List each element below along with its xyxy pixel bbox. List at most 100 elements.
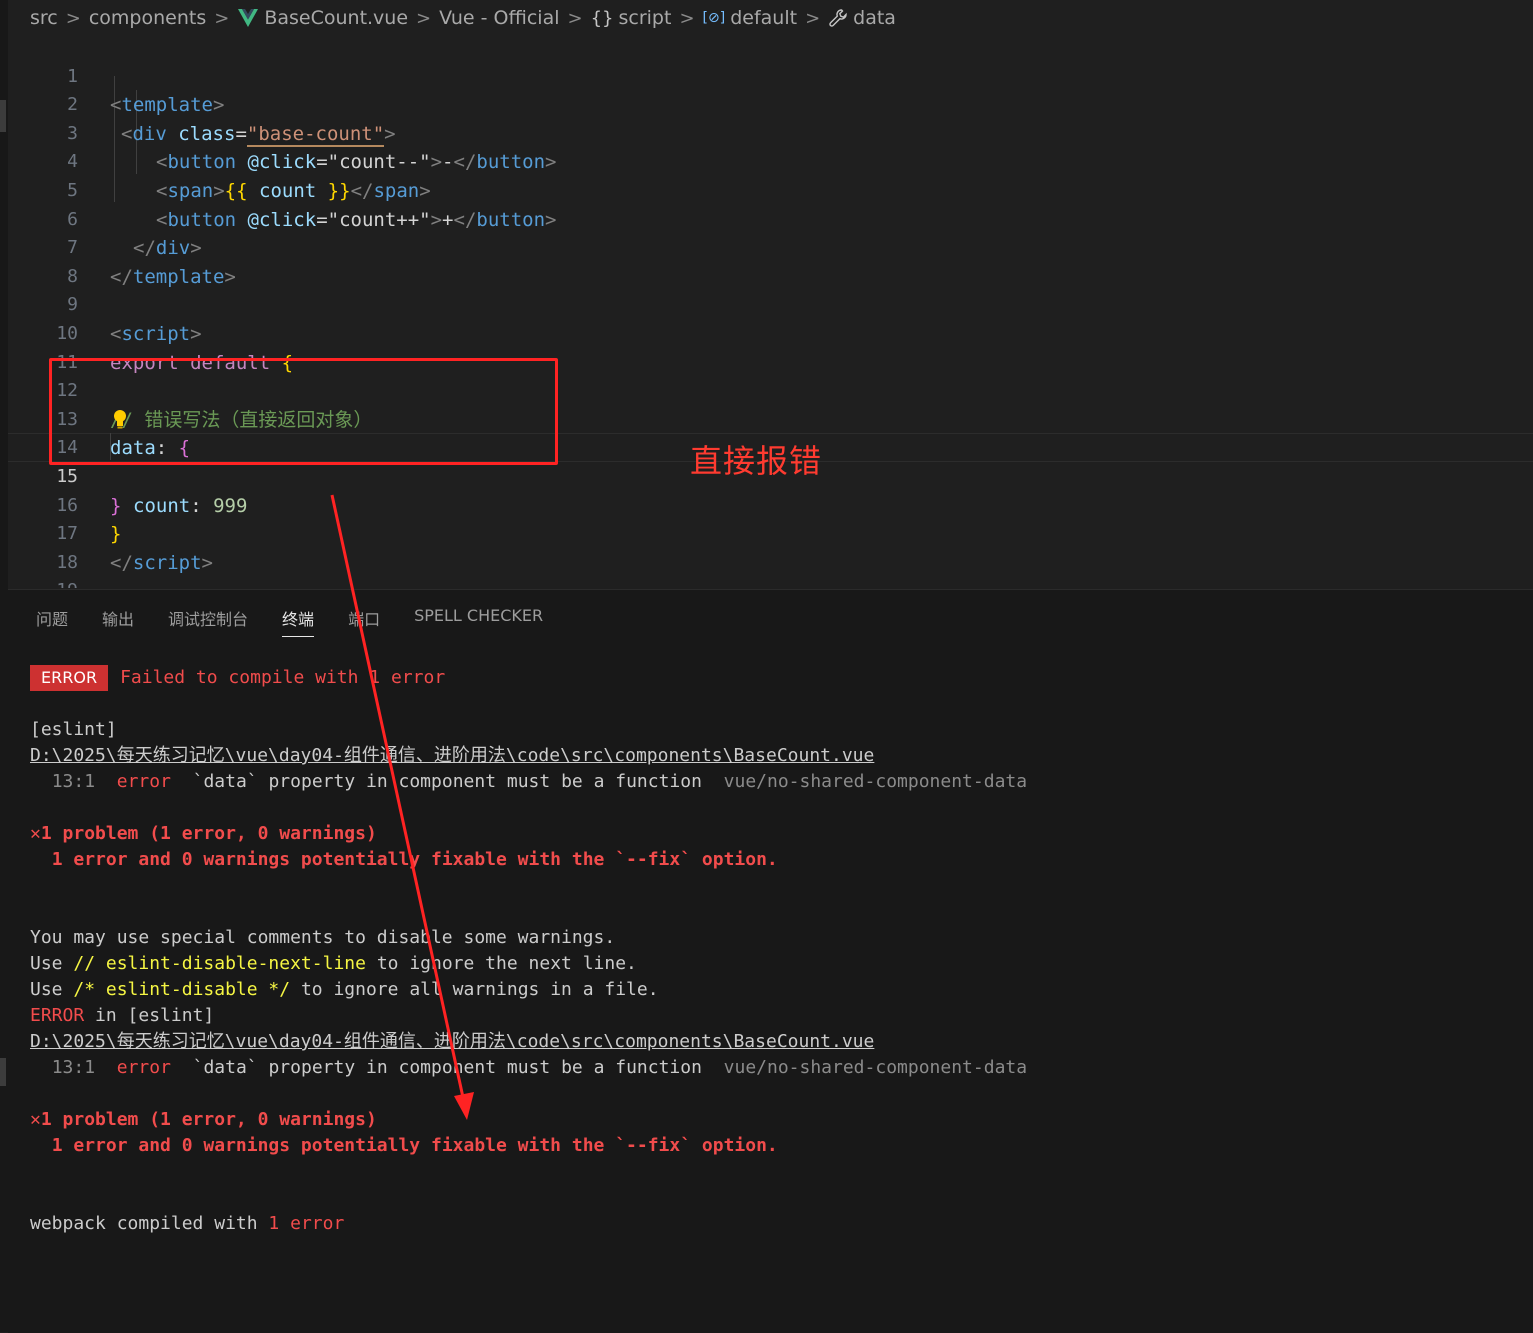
file-path-link[interactable]: D:\2025\每天练习记忆\vue\day04-组件通信、进阶用法\code\… [30, 743, 874, 769]
code-line: 6 </div> [8, 177, 202, 260]
code-content: </div> [133, 237, 202, 260]
chevron-right-icon: > [214, 7, 230, 29]
code-line: 14 count: 999 [8, 406, 247, 517]
token-brace: } [110, 494, 122, 517]
hint-code: // eslint-disable-next-line [73, 953, 366, 974]
tab-ports[interactable]: 端口 [348, 606, 380, 637]
code-line: 15 } [8, 434, 121, 517]
error-rule: vue/no-shared-component-data [723, 771, 1028, 792]
code-line: 11 [8, 320, 78, 373]
breadcrumb-item-language[interactable]: Vue - Official [439, 7, 559, 29]
terminal-line: 13:1 error `data` property in component … [30, 769, 1027, 795]
code-line: 2 <div class="base-count"> [8, 63, 396, 147]
tab-output[interactable]: 输出 [102, 606, 134, 637]
breadcrumb-label: default [730, 7, 798, 29]
terminal-line: webpack compiled with 1 error [30, 1211, 344, 1237]
code-line: 18 [8, 520, 78, 573]
breadcrumb-item-src[interactable]: src [30, 7, 58, 29]
token-tag: button [167, 208, 237, 231]
terminal-line: 13:1 error `data` property in component … [30, 1055, 1027, 1081]
chevron-right-icon: > [65, 7, 81, 29]
code-content: <span>{{ count }}</span> [156, 179, 431, 202]
code-line: 12 // 错误写法（直接返回对象） [8, 349, 372, 431]
code-editor[interactable]: 1 <template> 2 <div class="base-count"> … [8, 34, 1533, 588]
close-x-icon: ✕ [30, 1109, 41, 1130]
fixable-message: 1 error and 0 warnings potentially fixab… [51, 849, 778, 870]
terminal-line: 1 error and 0 warnings potentially fixab… [30, 1133, 778, 1159]
error-level: error [116, 1057, 171, 1078]
code-line: 19 <style scoped> [8, 549, 78, 588]
code-content: } [110, 520, 121, 549]
error-word: ERROR [30, 1005, 85, 1026]
code-content: count: 999 [133, 492, 247, 521]
breadcrumb-item-script[interactable]: {} script [591, 7, 672, 29]
code-content: } [110, 492, 121, 521]
token-string: "count++" [327, 208, 431, 231]
activity-strip [0, 0, 8, 1332]
breadcrumb-item-file[interactable]: BaseCount.vue [237, 7, 408, 29]
code-content: </script> [110, 551, 213, 574]
webpack-error-count: 1 [268, 1213, 280, 1234]
token-string: "base-count" [246, 122, 385, 147]
file-path-link[interactable]: D:\2025\每天练习记忆\vue\day04-组件通信、进阶用法\code\… [30, 1029, 874, 1055]
code-line: 3 <button @click="count--">-</button> [8, 91, 556, 174]
chevron-right-icon: > [416, 7, 432, 29]
breadcrumb-item-data[interactable]: data [828, 7, 896, 29]
token-text: + [442, 208, 454, 231]
error-location: 13:1 [51, 771, 96, 792]
vue-file-icon [238, 9, 259, 27]
code-content: <script> [110, 322, 202, 345]
tab-spell-checker[interactable]: SPELL CHECKER [414, 606, 543, 637]
terminal-line: Use /* eslint-disable */ to ignore all w… [30, 977, 659, 1003]
terminal-line: You may use special comments to disable … [30, 927, 616, 948]
code-content: <button @click="count++">+</button> [156, 208, 557, 231]
token-tag: div [155, 237, 191, 260]
breadcrumb-item-default[interactable]: [⊘] default [703, 7, 798, 29]
terminal-line: ✕1 problem (1 error, 0 warnings) [30, 1107, 377, 1133]
breadcrumb-item-components[interactable]: components [89, 7, 206, 29]
code-line: 13 data: { [8, 377, 190, 460]
code-line: 1 <template> [8, 34, 224, 117]
token-brace: } [110, 523, 122, 546]
problem-summary: 1 problem (1 error, 0 warnings) [40, 1109, 377, 1130]
terminal-line: 1 error and 0 warnings potentially fixab… [30, 847, 778, 873]
token-number: 999 [213, 494, 248, 517]
token-tag: button [476, 151, 546, 174]
breadcrumb-label: Vue - Official [439, 7, 560, 29]
token-interp: }} [327, 179, 351, 202]
code-line: 7 </template> [8, 206, 236, 288]
hint-text: to ignore all warnings in a file. [300, 979, 659, 1000]
token-attr: @click [247, 208, 317, 231]
token-property: count [133, 494, 191, 517]
braces-icon: {} [590, 7, 614, 29]
token-tag: template [121, 94, 213, 117]
chevron-right-icon: > [567, 7, 583, 29]
terminal-line: Use // eslint-disable-next-line to ignor… [30, 951, 637, 977]
hint-text: Use [30, 979, 63, 1000]
token-string: "count--" [327, 151, 431, 174]
fixable-message: 1 error and 0 warnings potentially fixab… [51, 1135, 778, 1156]
tab-terminal[interactable]: 终端 [282, 606, 315, 637]
token-tag: button [476, 208, 546, 231]
token-tag: script [121, 322, 191, 345]
scroll-marker [0, 1058, 6, 1086]
code-content: <template> [110, 94, 225, 117]
token-interp: {{ [224, 179, 248, 202]
tab-problems[interactable]: 问题 [36, 606, 68, 637]
breadcrumb-label: data [853, 7, 896, 29]
code-line: 16 } [8, 463, 121, 546]
hint-text: in [eslint] [95, 1005, 215, 1026]
hint-text: to ignore the next line. [376, 953, 637, 974]
token-tag: script [132, 551, 202, 574]
token-var: count [259, 179, 317, 202]
compile-message: Failed to compile with 1 error [120, 667, 446, 688]
breadcrumb: src > components > BaseCount.vue > Vue -… [30, 4, 896, 32]
tab-debug-console[interactable]: 调试控制台 [168, 606, 248, 637]
token-attr: @click [247, 151, 317, 174]
terminal-line: ✕1 problem (1 error, 0 warnings) [30, 821, 377, 847]
code-line: 8 [8, 234, 78, 287]
token-tag: template [132, 265, 225, 288]
hint-code: /* eslint-disable */ [73, 979, 291, 1000]
terminal-line: [eslint] [30, 719, 117, 740]
code-line: 4 <span>{{ count }}</span> [8, 120, 431, 202]
